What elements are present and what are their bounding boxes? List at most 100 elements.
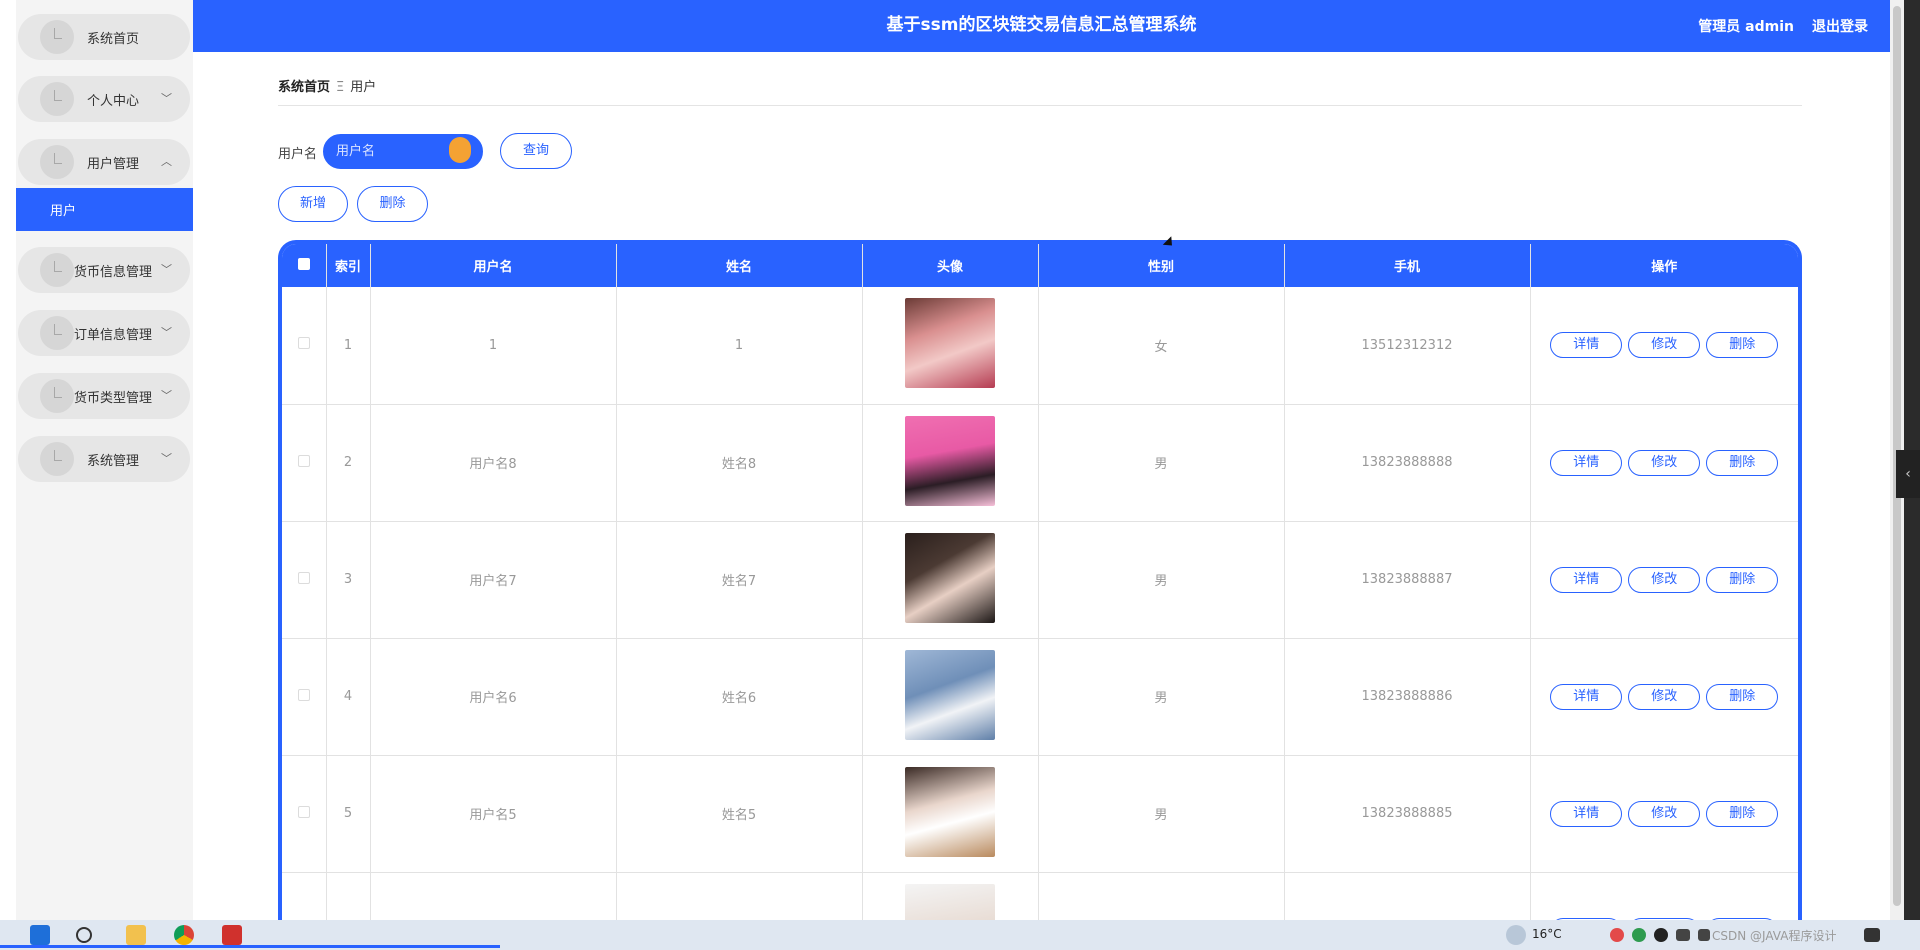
cell-name: 姓名5 <box>616 755 863 873</box>
notification-icon[interactable] <box>1864 928 1880 942</box>
delete-button[interactable]: 删除 <box>1706 332 1779 359</box>
user-table: 索引 用户名 姓名 头像 性别 手机 操作 1 1 1 女 1351231231… <box>278 240 1802 940</box>
delete-button[interactable]: 删除 <box>1706 449 1779 476</box>
detail-button[interactable]: 详情 <box>1550 800 1623 827</box>
sidebar-item-label: 用户管理 <box>86 156 139 172</box>
edit-button[interactable]: 修改 <box>1628 800 1701 827</box>
sidebar-item-home[interactable]: 系统首页 <box>18 14 190 60</box>
tray-app-icon[interactable] <box>1610 928 1624 942</box>
table-row: 1 1 1 女 13512312312 详情 修改 删除 <box>282 287 1798 405</box>
edit-button[interactable]: 修改 <box>1628 449 1701 476</box>
cell-username: 1 <box>370 287 617 405</box>
column-header: 头像 <box>862 244 1039 287</box>
chevron-left-icon[interactable]: ‹ <box>1896 450 1920 498</box>
chevron-down-icon: ﹀ <box>161 263 172 276</box>
cell-index: 2 <box>326 404 371 522</box>
windows-start-icon[interactable] <box>30 925 50 945</box>
row-checkbox[interactable] <box>297 688 310 701</box>
batch-delete-button[interactable]: 删除 <box>357 186 428 222</box>
sidebar-item-currency-type[interactable]: 货币类型管理 ﹀ <box>18 373 190 419</box>
sidebar: 系统首页 个人中心 ﹀ 用户管理 ︿ 用户 货币信息管理 ﹀ 订单信息管理 ﹀ … <box>16 0 193 920</box>
sidebar-item-order-info[interactable]: 订单信息管理 ﹀ <box>18 310 190 356</box>
search-label: 用户名 <box>278 147 318 162</box>
edit-button[interactable]: 修改 <box>1628 683 1701 710</box>
volume-icon[interactable] <box>1698 929 1710 941</box>
network-icon[interactable] <box>1676 929 1690 941</box>
edit-button[interactable]: 修改 <box>1628 566 1701 593</box>
avatar <box>905 649 995 740</box>
column-header: 操作 <box>1530 244 1798 287</box>
breadcrumb-separator: Ξ <box>336 80 345 95</box>
cell-gender: 男 <box>1038 755 1285 873</box>
search-icon[interactable] <box>76 927 92 943</box>
cell-phone: 13823888887 <box>1284 521 1531 639</box>
top-header: 基于ssm的区块链交易信息汇总管理系统 管理员 admin 退出登录 <box>193 0 1890 52</box>
tray-app-icon[interactable] <box>1632 928 1646 942</box>
row-checkbox[interactable] <box>297 454 310 467</box>
cell-username: 用户名5 <box>370 755 617 873</box>
breadcrumb-current: 用户 <box>350 80 377 95</box>
sidebar-item-label: 系统管理 <box>86 453 139 469</box>
sidebar-item-currency-info[interactable]: 货币信息管理 ﹀ <box>18 247 190 293</box>
query-button[interactable]: 查询 <box>500 133 572 169</box>
detail-button[interactable]: 详情 <box>1550 449 1623 476</box>
table-row: 3 用户名7 姓名7 男 13823888887 详情 修改 删除 <box>282 521 1798 639</box>
row-checkbox[interactable] <box>297 571 310 584</box>
logout-link[interactable]: 退出登录 <box>1812 16 1868 36</box>
avatar <box>905 298 995 389</box>
cell-gender: 男 <box>1038 638 1285 756</box>
sidebar-item-personal-center[interactable]: 个人中心 ﹀ <box>18 76 190 122</box>
qq-icon[interactable] <box>1654 928 1668 942</box>
delete-button[interactable]: 删除 <box>1706 800 1779 827</box>
cell-name: 姓名7 <box>616 521 863 639</box>
cell-username: 用户名7 <box>370 521 617 639</box>
file-explorer-icon[interactable] <box>126 925 146 945</box>
delete-button[interactable]: 删除 <box>1706 566 1779 593</box>
breadcrumb-home[interactable]: 系统首页 <box>278 80 330 95</box>
row-checkbox[interactable] <box>297 805 310 818</box>
sidebar-item-label: 货币信息管理 <box>73 264 152 280</box>
sidebar-item-label: 个人中心 <box>86 93 139 109</box>
cell-phone: 13823888888 <box>1284 404 1531 522</box>
sidebar-item-label: 订单信息管理 <box>73 327 152 343</box>
cell-phone: 13512312312 <box>1284 287 1531 405</box>
chevron-up-icon: ︿ <box>161 155 172 168</box>
current-user: 管理员 admin <box>1698 19 1794 35</box>
sidebar-item-label: 货币类型管理 <box>73 390 152 406</box>
sidebar-item-label: 系统首页 <box>86 31 139 47</box>
cell-username: 用户名8 <box>370 404 617 522</box>
cell-gender: 男 <box>1038 404 1285 522</box>
column-header: 性别 <box>1038 244 1285 287</box>
wps-icon[interactable] <box>222 925 242 945</box>
edit-button[interactable]: 修改 <box>1628 332 1701 359</box>
sidebar-item-user-management[interactable]: 用户管理 ︿ <box>18 139 190 185</box>
sidebar-item-system[interactable]: 系统管理 ﹀ <box>18 436 190 482</box>
watermark: CSDN @JAVA程序设计 <box>1712 929 1837 943</box>
delete-button[interactable]: 删除 <box>1706 683 1779 710</box>
detail-button[interactable]: 详情 <box>1550 566 1623 593</box>
taskbar-progress <box>0 945 500 948</box>
cell-gender: 男 <box>1038 521 1285 639</box>
avatar <box>905 532 995 623</box>
input-handle <box>449 137 471 163</box>
select-all-checkbox[interactable] <box>297 257 310 270</box>
weather-icon[interactable] <box>1506 925 1526 945</box>
detail-button[interactable]: 详情 <box>1550 683 1623 710</box>
add-button[interactable]: 新增 <box>278 186 348 222</box>
column-header: 手机 <box>1284 244 1531 287</box>
column-header: 姓名 <box>616 244 863 287</box>
cell-index: 3 <box>326 521 371 639</box>
cell-phone: 13823888885 <box>1284 755 1531 873</box>
cell-username: 用户名6 <box>370 638 617 756</box>
cell-index: 5 <box>326 755 371 873</box>
breadcrumb: 系统首页 Ξ 用户 <box>278 76 376 95</box>
row-checkbox[interactable] <box>297 337 310 350</box>
chrome-icon[interactable] <box>174 925 194 945</box>
submenu-item-user[interactable]: 用户 <box>16 188 193 231</box>
column-header: 索引 <box>326 244 371 287</box>
table-row: 5 用户名5 姓名5 男 13823888885 详情 修改 删除 <box>282 755 1798 873</box>
chevron-down-icon: ﹀ <box>161 389 172 402</box>
chevron-down-icon: ﹀ <box>161 326 172 339</box>
divider <box>278 105 1802 106</box>
detail-button[interactable]: 详情 <box>1550 332 1623 359</box>
